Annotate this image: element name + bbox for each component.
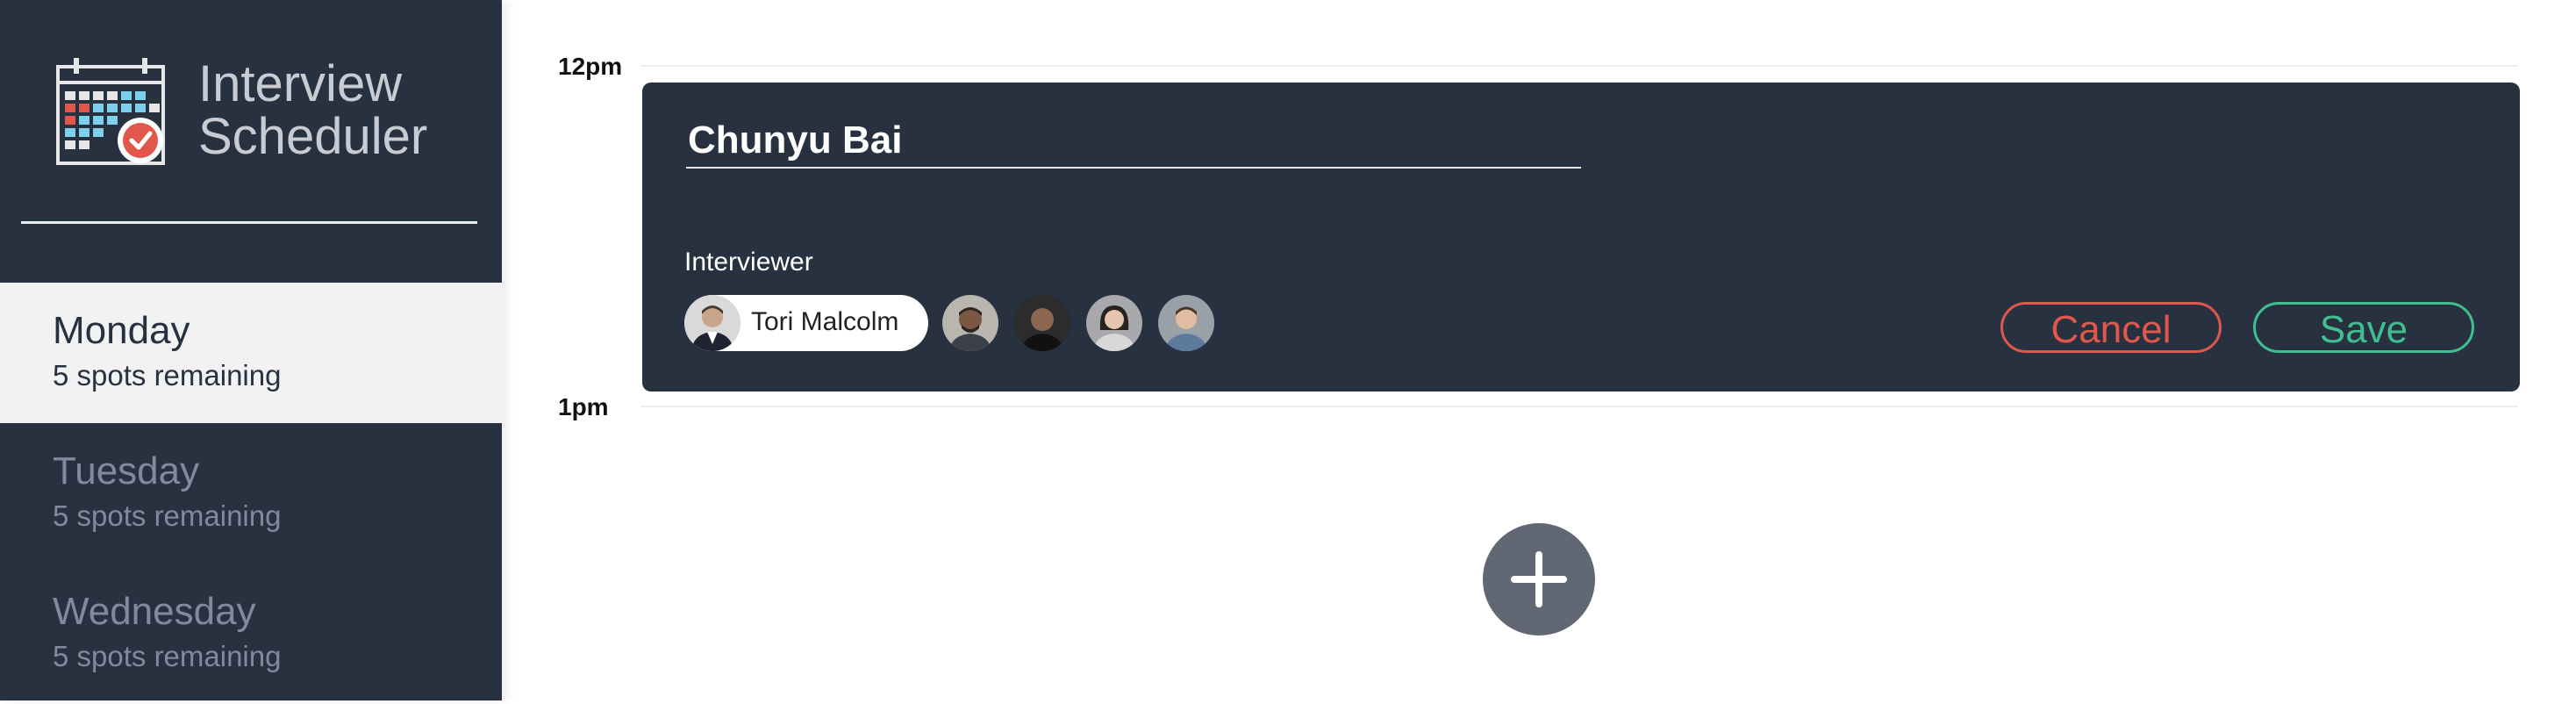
time-label-12pm: 12pm (558, 53, 623, 80)
interviewer-option[interactable] (1158, 295, 1214, 351)
save-button[interactable]: Save (2253, 302, 2474, 353)
cancel-button[interactable]: Cancel (2000, 302, 2222, 353)
day-item-monday[interactable]: Monday 5 spots remaining (0, 283, 502, 423)
interviewer-option[interactable] (942, 295, 998, 351)
day-name: Wednesday (53, 590, 256, 633)
day-item-wednesday[interactable]: Wednesday 5 spots remaining (0, 564, 502, 704)
hour-line (640, 406, 2518, 407)
sidebar: Interview Scheduler Monday 5 spots remai… (0, 0, 502, 700)
calendar-check-icon (54, 56, 172, 167)
interviewer-selected[interactable]: Tori Malcolm (684, 295, 928, 351)
interviewer-option[interactable] (1086, 295, 1142, 351)
day-spots: 5 spots remaining (53, 359, 282, 392)
plus-icon (1511, 551, 1567, 607)
app-title-line2: Scheduler (198, 108, 428, 165)
interviewer-label: Interviewer (684, 248, 813, 277)
day-name: Monday (53, 309, 190, 352)
day-item-tuesday[interactable]: Tuesday 5 spots remaining (0, 423, 502, 564)
sidebar-divider (21, 221, 477, 224)
interviewer-option[interactable] (1014, 295, 1070, 351)
day-spots: 5 spots remaining (53, 640, 282, 672)
interviewer-name: Tori Malcolm (751, 307, 899, 336)
appointment-form: Interviewer Tori Malcolm (642, 83, 2520, 392)
hour-line (640, 65, 2518, 67)
day-spots: 5 spots remaining (53, 499, 282, 532)
day-name: Tuesday (53, 449, 200, 492)
avatar (684, 295, 741, 351)
add-appointment-button[interactable] (1483, 523, 1595, 636)
time-label-1pm: 1pm (558, 393, 609, 420)
app-title: Interview Scheduler (198, 58, 488, 163)
app-title-line1: Interview (198, 55, 403, 112)
student-name-input[interactable] (686, 114, 1581, 169)
